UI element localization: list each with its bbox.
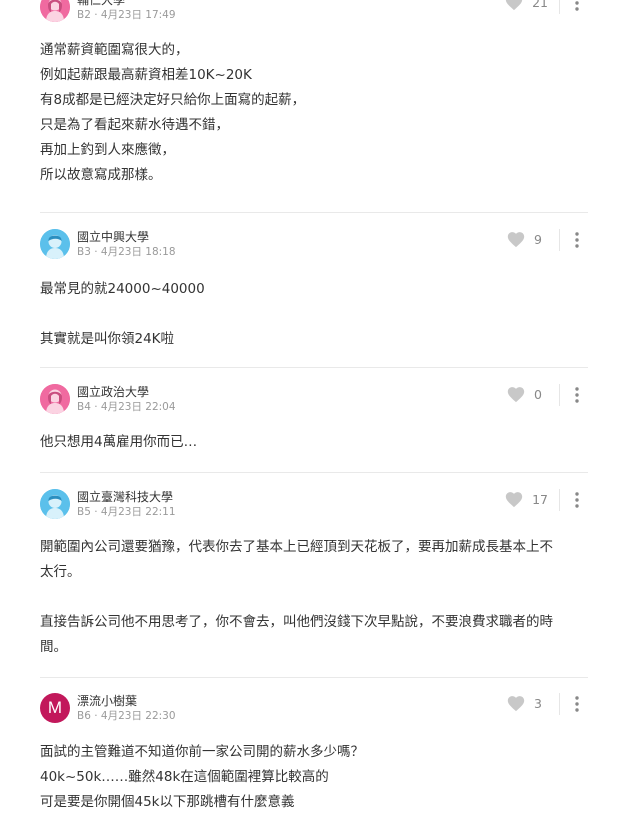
like-count: 17 bbox=[532, 491, 548, 507]
action-divider bbox=[559, 0, 560, 14]
comment-body: 面試的主管難道不知道你前一家公司開的薪水多少嗎？ 40k~50k……雖然48k在… bbox=[40, 740, 588, 815]
author-name[interactable]: 國立政治大學 bbox=[77, 383, 149, 400]
comment-date: 4月23日 22:04 bbox=[100, 401, 176, 413]
comment-line: 例如起薪跟最高薪資相差10K~20K bbox=[40, 67, 252, 83]
avatar-female[interactable] bbox=[40, 0, 70, 22]
comment-line: 再加上釣到人來應徵， bbox=[40, 142, 175, 158]
more-options-button[interactable] bbox=[570, 693, 584, 715]
male-avatar-icon bbox=[40, 229, 70, 259]
more-vertical-icon bbox=[575, 1, 579, 11]
comment-divider bbox=[40, 212, 588, 213]
comment-meta: B6 · 4月23日 22:30 bbox=[77, 710, 176, 722]
comment-body: 開範圍內公司還要猶豫，代表你去了基本上已經頂到天花板了，要再加薪成長基本上不 太… bbox=[40, 535, 588, 660]
comment-body: 最常見的就24000~40000 其實就是叫你領24K啦 bbox=[40, 277, 588, 352]
comment-b4: 國立政治大學 B4 · 4月23日 22:04 0 他只想用4萬雇用你而已… bbox=[40, 384, 588, 455]
heart-icon bbox=[507, 696, 525, 712]
comment-line: 太行。 bbox=[40, 564, 81, 580]
comment-line: 直接告訴公司他不用思考了，你不會去，叫他們沒錢下次早點說，不要浪費求職者的時 bbox=[40, 614, 553, 630]
like-button[interactable]: 9 bbox=[506, 230, 548, 248]
more-options-button[interactable] bbox=[570, 229, 584, 251]
like-count: 3 bbox=[534, 695, 542, 711]
comment-divider bbox=[40, 367, 588, 368]
heart-icon bbox=[507, 232, 525, 248]
author-name[interactable]: 國立中興大學 bbox=[77, 228, 149, 245]
comment-meta: B2 · 4月23日 17:49 bbox=[77, 9, 176, 21]
comment-header: 國立政治大學 B4 · 4月23日 22:04 0 bbox=[40, 384, 588, 420]
comment-thread: 輔仁大學 B2 · 4月23日 17:49 21 通常薪資範圍寫很大的， 例如起… bbox=[0, 0, 617, 822]
more-options-button[interactable] bbox=[570, 489, 584, 511]
more-vertical-icon bbox=[575, 492, 579, 508]
like-count: 21 bbox=[532, 0, 548, 10]
comment-header: 國立臺灣科技大學 B5 · 4月23日 22:11 17 bbox=[40, 489, 588, 525]
more-vertical-icon bbox=[575, 696, 579, 712]
author-name[interactable]: 漂流小樹葉 bbox=[77, 692, 137, 709]
floor-number: B3 bbox=[77, 246, 91, 258]
avatar-female[interactable] bbox=[40, 384, 70, 414]
comment-line: 40k~50k……雖然48k在這個範圍裡算比較高的 bbox=[40, 769, 329, 785]
action-divider bbox=[559, 489, 560, 511]
like-button[interactable]: 3 bbox=[506, 694, 548, 712]
comment-line: 可是要是你開個45k以下那跳槽有什麼意義 bbox=[40, 794, 295, 810]
comment-header: 國立中興大學 B3 · 4月23日 18:18 9 bbox=[40, 229, 588, 265]
more-options-button[interactable] bbox=[570, 0, 584, 14]
like-button[interactable]: 0 bbox=[506, 385, 548, 403]
floor-number: B2 bbox=[77, 9, 91, 21]
male-avatar-icon bbox=[40, 489, 70, 519]
comment-line: 面試的主管難道不知道你前一家公司開的薪水多少嗎？ bbox=[40, 744, 364, 760]
comment-line: 所以故意寫成那樣。 bbox=[40, 167, 162, 183]
comment-body: 通常薪資範圍寫很大的， 例如起薪跟最高薪資相差10K~20K 有8成都是已經決定… bbox=[40, 38, 588, 188]
comment-line: 開範圍內公司還要猶豫，代表你去了基本上已經頂到天花板了，要再加薪成長基本上不 bbox=[40, 539, 553, 555]
heart-icon bbox=[507, 387, 525, 403]
comment-meta: B3 · 4月23日 18:18 bbox=[77, 246, 176, 258]
comment-date: 4月23日 18:18 bbox=[100, 246, 176, 258]
comment-line: 他只想用4萬雇用你而已… bbox=[40, 434, 198, 450]
comment-body: 他只想用4萬雇用你而已… bbox=[40, 430, 588, 455]
comment-b2: 輔仁大學 B2 · 4月23日 17:49 21 通常薪資範圍寫很大的， 例如起… bbox=[40, 0, 588, 188]
comment-b3: 國立中興大學 B3 · 4月23日 18:18 9 最常見的就24000~400… bbox=[40, 229, 588, 352]
comment-line bbox=[40, 585, 588, 610]
comment-date: 4月23日 17:49 bbox=[100, 9, 176, 21]
comment-divider bbox=[40, 472, 588, 473]
comment-b5: 國立臺灣科技大學 B5 · 4月23日 22:11 17 開範圍內公司還要猶豫，… bbox=[40, 489, 588, 660]
avatar-letter[interactable]: M bbox=[40, 693, 70, 723]
like-count: 0 bbox=[534, 386, 542, 402]
floor-number: B4 bbox=[77, 401, 91, 413]
comment-b6: M 漂流小樹葉 B6 · 4月23日 22:30 3 面試的主管難道不知道你前一… bbox=[40, 693, 588, 815]
like-button[interactable]: 21 bbox=[504, 0, 548, 11]
action-divider bbox=[559, 384, 560, 406]
like-count: 9 bbox=[534, 231, 542, 247]
floor-number: B5 bbox=[77, 506, 91, 518]
female-avatar-icon bbox=[40, 384, 70, 414]
comment-line: 最常見的就24000~40000 bbox=[40, 281, 205, 297]
action-divider bbox=[559, 693, 560, 715]
comment-line bbox=[40, 302, 588, 327]
comment-meta: B4 · 4月23日 22:04 bbox=[77, 401, 176, 413]
comment-meta: B5 · 4月23日 22:11 bbox=[77, 506, 176, 518]
action-divider bbox=[559, 229, 560, 251]
more-options-button[interactable] bbox=[570, 384, 584, 406]
comment-divider bbox=[40, 677, 588, 678]
female-avatar-icon bbox=[40, 0, 70, 22]
avatar-male[interactable] bbox=[40, 489, 70, 519]
heart-icon bbox=[505, 492, 523, 508]
comment-date: 4月23日 22:11 bbox=[100, 506, 176, 518]
comment-date: 4月23日 22:30 bbox=[100, 710, 176, 722]
heart-icon bbox=[505, 0, 523, 11]
more-vertical-icon bbox=[575, 232, 579, 248]
author-name[interactable]: 國立臺灣科技大學 bbox=[77, 488, 173, 505]
avatar-initial: M bbox=[47, 698, 63, 717]
comment-line: 有8成都是已經決定好只給你上面寫的起薪， bbox=[40, 92, 306, 108]
like-button[interactable]: 17 bbox=[504, 490, 548, 508]
comment-line: 通常薪資範圍寫很大的， bbox=[40, 42, 189, 58]
comment-header: 輔仁大學 B2 · 4月23日 17:49 21 bbox=[40, 0, 588, 28]
comment-line: 其實就是叫你領24K啦 bbox=[40, 331, 175, 347]
floor-number: B6 bbox=[77, 710, 91, 722]
comment-header: M 漂流小樹葉 B6 · 4月23日 22:30 3 bbox=[40, 693, 588, 729]
more-vertical-icon bbox=[575, 387, 579, 403]
avatar-male[interactable] bbox=[40, 229, 70, 259]
comment-line: 間。 bbox=[40, 639, 67, 655]
comment-line: 只是為了看起來薪水待遇不錯， bbox=[40, 117, 229, 133]
